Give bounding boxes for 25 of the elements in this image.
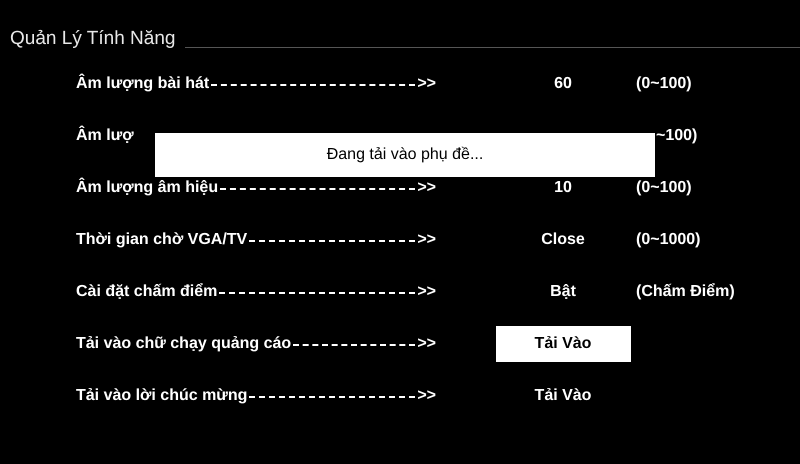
range-text: (Chấm Điểm) xyxy=(636,283,736,301)
setting-label: Âm lượng bài hát xyxy=(76,75,210,93)
setting-value[interactable]: 60 xyxy=(496,66,630,102)
arrow-mark: >> xyxy=(417,179,436,197)
setting-label: Tải vào chữ chạy quảng cáo xyxy=(76,335,292,353)
setting-label: Cài đặt chấm điểm xyxy=(76,283,218,301)
range-text: ~100) xyxy=(656,127,698,145)
setting-label: Tải vào lời chúc mừng xyxy=(76,387,248,405)
setting-label: Âm lượ xyxy=(76,127,134,145)
screen-title: Quản Lý Tính Năng xyxy=(10,28,176,50)
range-text: (0~100) xyxy=(636,179,693,197)
range-text: (0~1000) xyxy=(636,231,702,249)
range-text: (0~100) xyxy=(636,75,693,93)
arrow-mark: >> xyxy=(417,75,436,93)
arrow-mark: >> xyxy=(417,387,436,405)
arrow-mark: >> xyxy=(417,335,436,353)
setting-label: Thời gian chờ VGA/TV xyxy=(76,231,248,249)
setting-value[interactable]: Tải Vào xyxy=(496,326,630,362)
arrow-mark: >> xyxy=(417,231,436,249)
setting-value[interactable]: Bật xyxy=(496,274,630,310)
arrow-mark: >> xyxy=(417,283,436,301)
setting-value[interactable]: Tải Vào xyxy=(496,378,630,414)
setting-value[interactable]: Close xyxy=(496,222,630,258)
loading-dialog: Đang tải vào phụ đề... xyxy=(155,133,655,177)
setting-label: Âm lượng âm hiệu xyxy=(76,179,218,197)
